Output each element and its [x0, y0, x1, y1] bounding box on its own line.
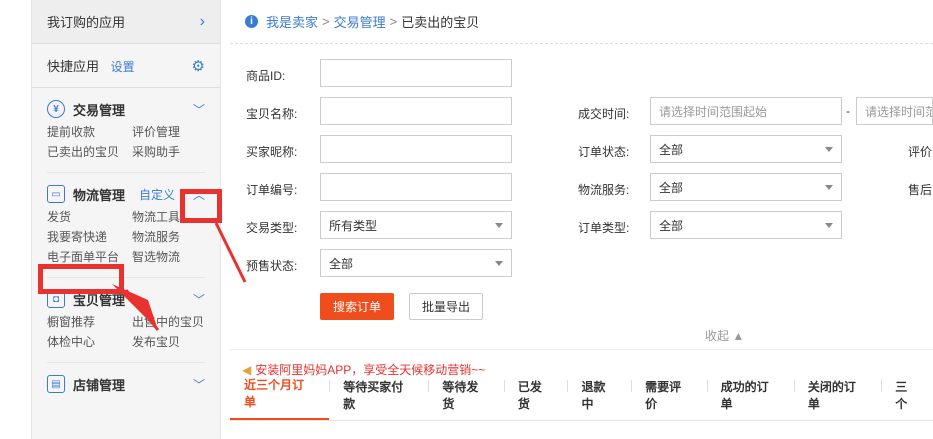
tab-awaiting-payment[interactable]: 等待买家付款 — [329, 378, 428, 420]
logistics-service-value: 全部 — [659, 180, 684, 195]
caret-down-icon — [825, 146, 833, 152]
tab-more[interactable]: 三个 — [881, 378, 933, 420]
tab-needs-rating[interactable]: 需要评价 — [631, 378, 706, 420]
label-logistics-service: 物流服务: — [578, 183, 630, 197]
main-content: i 我是卖家 > 交易管理 > 已卖出的宝贝 商品ID: 宝贝名称: 买家昵称:… — [230, 0, 933, 439]
order-status-select[interactable]: 全部 — [650, 135, 842, 163]
buyer-nick-input[interactable] — [320, 135, 512, 163]
breadcrumb-current: 已卖出的宝贝 — [401, 15, 480, 30]
tab-last-three-months[interactable]: 近三个月订单 — [230, 376, 330, 420]
time-start-input[interactable]: 请选择时间范围起始 — [650, 97, 842, 125]
breadcrumb-home[interactable]: 我是卖家 — [266, 12, 318, 31]
presale-status-select[interactable]: 全部 — [320, 249, 512, 277]
presale-status-value: 全部 — [329, 256, 354, 271]
label-order-status: 订单状态: — [578, 145, 630, 159]
product-id-input[interactable] — [320, 59, 512, 87]
caret-down-icon — [495, 222, 503, 228]
caret-down-icon — [825, 184, 833, 190]
breadcrumb-separator: > — [389, 14, 398, 29]
label-trade-type: 交易类型: — [246, 221, 298, 235]
label-presale-status: 预售状态: — [246, 259, 298, 273]
caret-down-icon — [495, 260, 503, 266]
tab-closed[interactable]: 关闭的订单 — [793, 378, 881, 420]
collapse-toggle[interactable]: 收起 ▲ — [705, 327, 744, 344]
order-type-select[interactable]: 全部 — [650, 211, 842, 239]
label-rating: 评价 — [908, 145, 933, 159]
label-product-id: 商品ID: — [246, 69, 286, 83]
label-order-no: 订单编号: — [246, 183, 298, 197]
collapse-label: 收起 — [705, 329, 730, 343]
label-buyer-nick: 买家昵称: — [246, 145, 298, 159]
batch-export-button[interactable]: 批量导出 — [409, 293, 483, 320]
search-orders-button[interactable]: 搜索订单 — [320, 293, 394, 320]
breadcrumb-trade[interactable]: 交易管理 — [334, 12, 386, 31]
breadcrumb: i 我是卖家 > 交易管理 > 已卖出的宝贝 — [230, 0, 933, 44]
label-after-sale: 售后 — [908, 183, 933, 197]
caret-down-icon — [825, 222, 833, 228]
logistics-service-select[interactable]: 全部 — [650, 173, 842, 201]
time-end-input[interactable]: 请选择时间范 — [856, 97, 933, 125]
time-dash: - — [846, 104, 850, 118]
trade-type-select[interactable]: 所有类型 — [320, 211, 512, 239]
breadcrumb-separator: > — [322, 14, 330, 29]
order-tabs: 近三个月订单 等待买家付款 等待发货 已发货 退款中 需要评价 成功的订单 关闭… — [230, 378, 933, 421]
label-order-type: 订单类型: — [578, 221, 630, 235]
info-icon: i — [245, 15, 258, 28]
trade-type-value: 所有类型 — [329, 218, 378, 233]
label-item-name: 宝贝名称: — [246, 107, 298, 121]
label-deal-time: 成交时间: — [578, 107, 630, 121]
tab-awaiting-shipment[interactable]: 等待发货 — [428, 378, 503, 420]
order-no-input[interactable] — [320, 173, 512, 201]
speaker-icon: ◀ — [242, 362, 252, 377]
caret-up-icon: ▲ — [732, 329, 745, 343]
arrow-line — [124, 289, 160, 331]
order-type-value: 全部 — [659, 218, 684, 233]
tab-shipped[interactable]: 已发货 — [503, 378, 568, 420]
item-name-input[interactable] — [320, 97, 512, 125]
tab-refunding[interactable]: 退款中 — [567, 378, 631, 420]
order-status-value: 全部 — [659, 142, 684, 157]
tab-successful[interactable]: 成功的订单 — [706, 378, 794, 420]
